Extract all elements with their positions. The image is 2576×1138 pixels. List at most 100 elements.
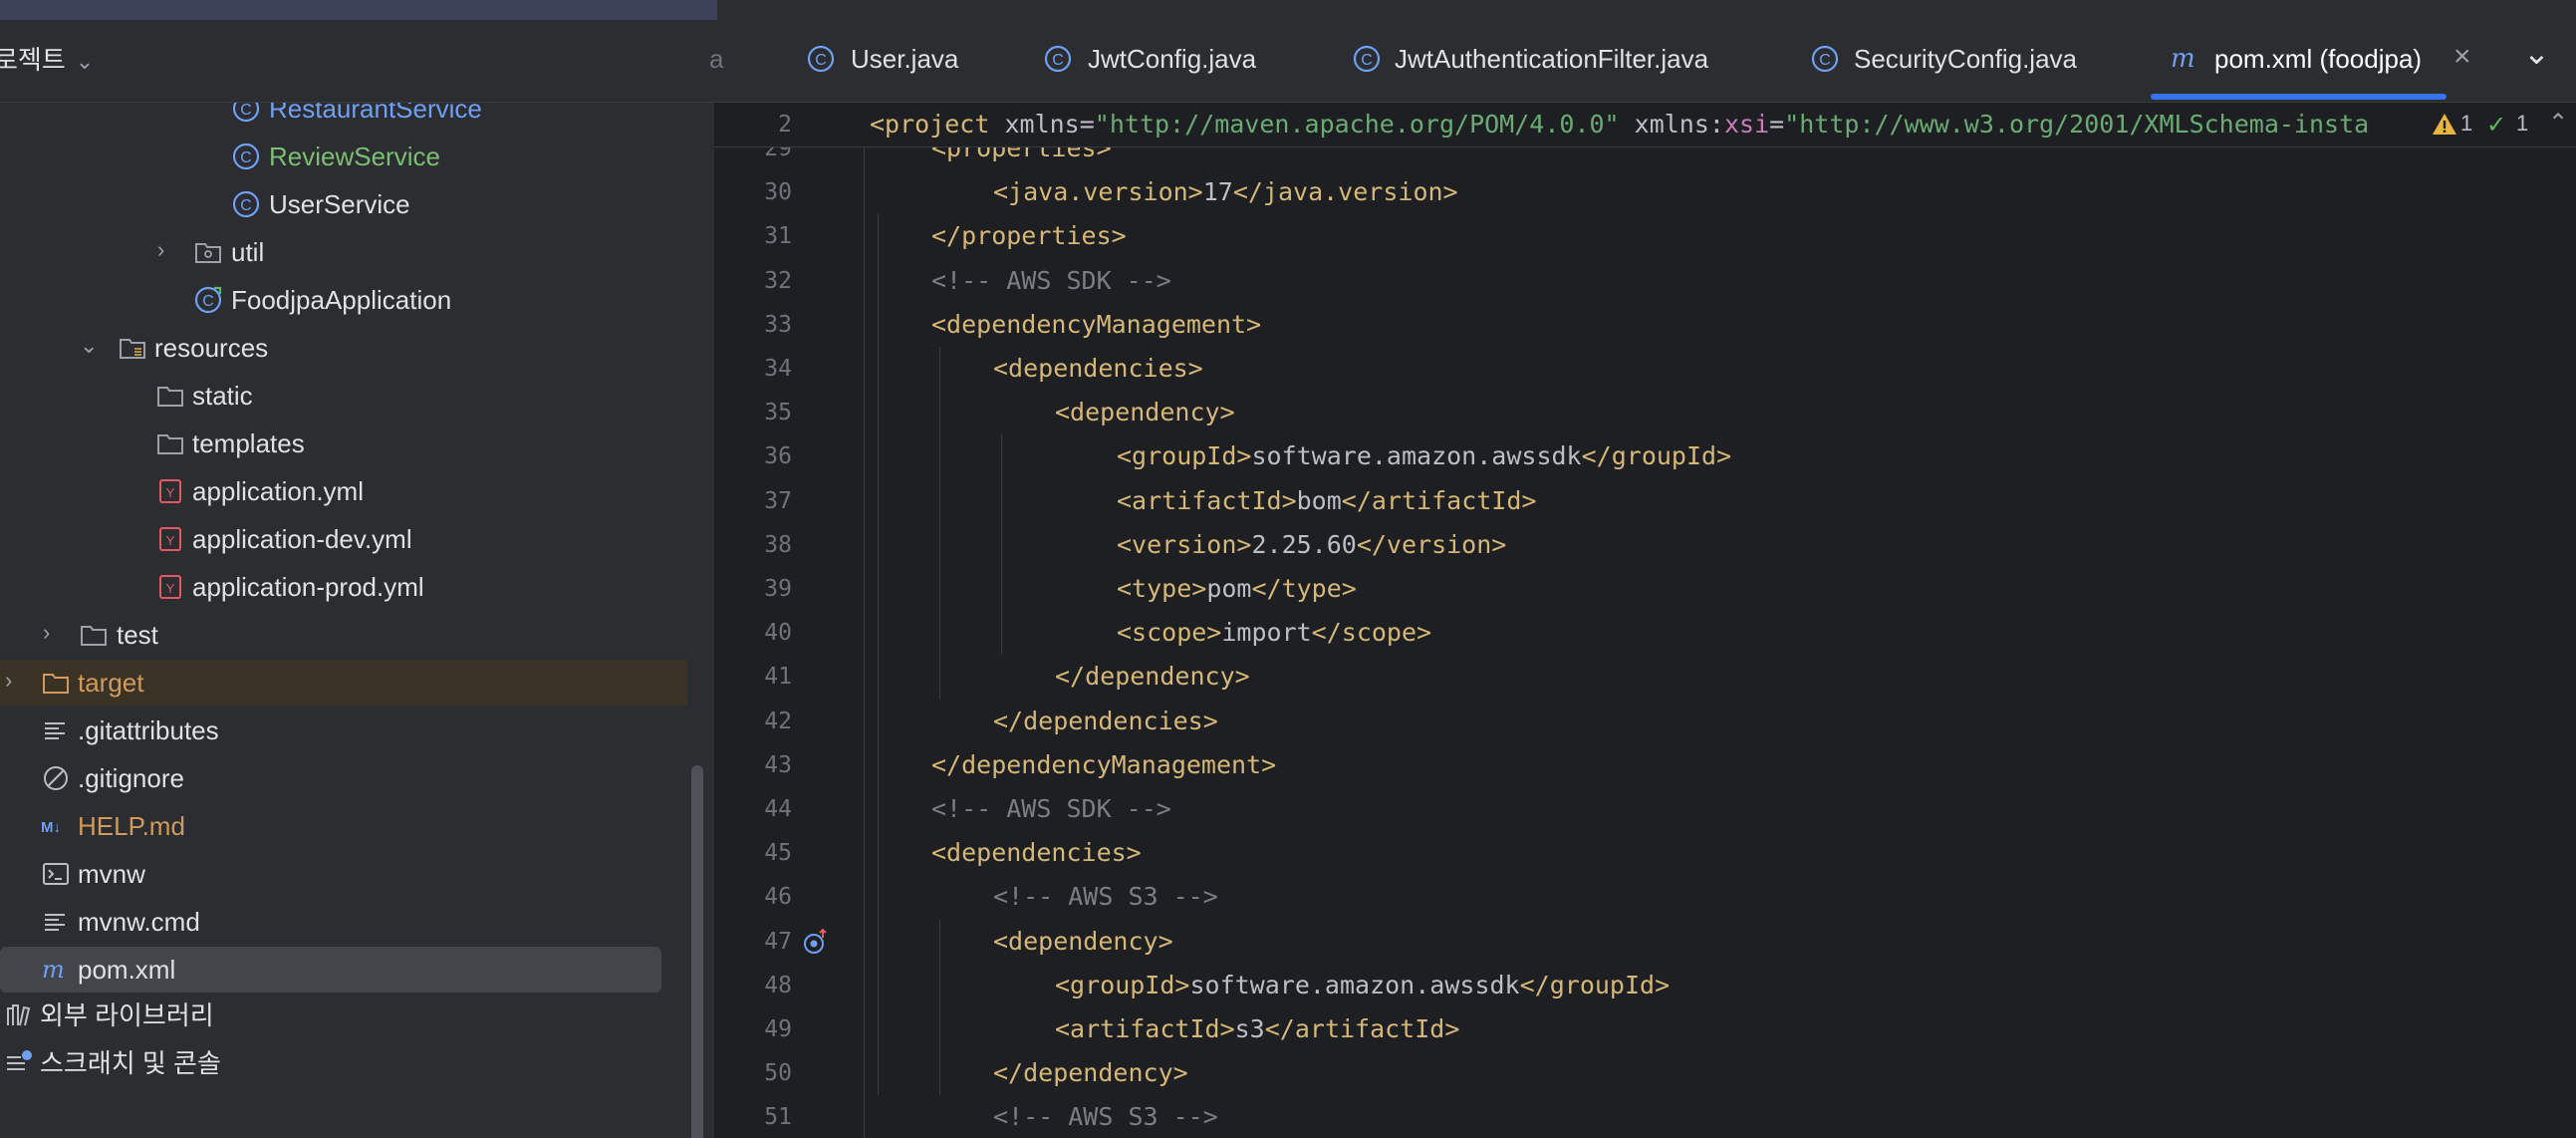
code-line[interactable]: 35 <dependency> — [714, 391, 2576, 434]
code-text: = — [1769, 110, 1785, 139]
sticky-line[interactable]: 2 <project xmlns="http://maven.apache.or… — [714, 103, 2576, 147]
tree-item-help-md[interactable]: M↓ HELP.md — [0, 803, 687, 849]
warning-icon — [2433, 114, 2456, 135]
code-text: xmlns — [1004, 110, 1080, 139]
editor-tab-label: SecurityConfig.java — [1854, 44, 2077, 74]
line-number: 49 — [764, 1016, 792, 1042]
line-number: 38 — [764, 531, 792, 558]
line-number: 35 — [764, 400, 792, 427]
code-line[interactable]: 39 <type>pom</type> — [714, 567, 2576, 611]
code-content: <!-- AWS S3 --> — [993, 875, 1218, 919]
tree-item-static[interactable]: static — [0, 373, 687, 419]
tree-item-gitignore[interactable]: .gitignore — [0, 755, 687, 801]
code-line[interactable]: 30 <java.version>17</java.version> — [714, 170, 2576, 214]
code-content: <type>pom</type> — [1117, 567, 1357, 611]
tree-item-label: mvnw — [78, 859, 145, 889]
tree-item-reviewservice[interactable]: C ReviewService — [0, 134, 687, 179]
project-view-title: 로젝트 — [0, 45, 66, 75]
code-line[interactable]: 31 </properties> — [714, 214, 2576, 258]
code-line[interactable]: 33 <dependencyManagement> — [714, 303, 2576, 347]
tree-item-application-prod-yml[interactable]: Yapplication-prod.yml — [0, 564, 687, 610]
code-content: <groupId>software.amazon.awssdk</groupId… — [1055, 964, 1670, 1007]
code-line[interactable]: 47 <dependency> — [714, 920, 2576, 964]
project-view-selector[interactable]: 로젝트 ⌄ — [0, 40, 94, 77]
tree-item-mvnw[interactable]: mvnw — [0, 851, 687, 897]
tree-item-test[interactable]: › test — [0, 612, 687, 658]
tree-item[interactable]: 외부 라이브러리 — [0, 993, 687, 1038]
chevron-up-icon[interactable]: ⌃ — [2548, 109, 2568, 138]
tree-item-target[interactable]: › target — [0, 660, 687, 706]
inspection-widget[interactable]: 1 ✓ 1 ⌃ — [2417, 103, 2576, 146]
chevron-down-icon[interactable]: ⌄ — [80, 333, 98, 359]
svg-text:C: C — [202, 293, 214, 310]
line-number: 50 — [764, 1060, 792, 1087]
code-line[interactable]: 37 <artifactId>bom</artifactId> — [714, 479, 2576, 523]
text-file-icon — [41, 907, 71, 937]
code-tag: <dependencies> — [993, 354, 1203, 383]
svg-text:C: C — [1052, 52, 1064, 69]
tree-item-label: templates — [192, 428, 305, 458]
editor-tab-label: User.java — [851, 44, 959, 74]
override-icon[interactable] — [802, 928, 830, 956]
tree-item-label: UserService — [269, 189, 410, 219]
tree-item-label: application-prod.yml — [192, 572, 424, 602]
class-icon: C — [1352, 44, 1382, 74]
package-icon — [193, 237, 223, 267]
code-line[interactable]: 50 </dependency> — [714, 1051, 2576, 1095]
tree-item-label: mvnw.cmd — [78, 907, 200, 937]
sidebar-scrollbar[interactable] — [691, 765, 703, 1138]
chevron-right-icon[interactable]: › — [157, 237, 164, 263]
code-line[interactable]: 42 </dependencies> — [714, 700, 2576, 743]
tree-item-templates[interactable]: templates — [0, 421, 687, 466]
spring-app-class-icon: C — [193, 285, 223, 315]
code-line[interactable]: 46 <!-- AWS S3 --> — [714, 875, 2576, 919]
svg-text:Y: Y — [166, 533, 175, 548]
code-line[interactable]: 49 <artifactId>s3</artifactId> — [714, 1007, 2576, 1051]
code-line[interactable]: 44 <!-- AWS SDK --> — [714, 787, 2576, 831]
tree-item-gitattributes[interactable]: .gitattributes — [0, 708, 687, 753]
svg-text:Y: Y — [166, 581, 175, 596]
code-tag: </dependency> — [993, 1058, 1188, 1088]
code-line[interactable]: 36 <groupId>software.amazon.awssdk</group… — [714, 434, 2576, 478]
tree-item-application-yml[interactable]: Yapplication.yml — [0, 468, 687, 514]
tree-item-userservice[interactable]: C UserService — [0, 181, 687, 227]
code-line[interactable]: 41 </dependency> — [714, 655, 2576, 699]
code-tag: </type> — [1251, 574, 1357, 603]
code-line[interactable]: 40 <scope>import</scope> — [714, 611, 2576, 655]
code-content: </dependency> — [993, 1051, 1188, 1095]
tree-item-label: application.yml — [192, 476, 364, 506]
tree-item-mvnw-cmd[interactable]: mvnw.cmd — [0, 899, 687, 945]
chevron-right-icon[interactable]: › — [5, 668, 12, 694]
code-line[interactable]: 48 <groupId>software.amazon.awssdk</group… — [714, 964, 2576, 1007]
indent-guide — [1001, 434, 1002, 656]
chevron-right-icon[interactable]: › — [43, 620, 50, 646]
code-content: <java.version>17</java.version> — [993, 170, 1458, 214]
tree-item[interactable]: 스크래치 및 콘솔 — [0, 1040, 687, 1086]
line-number: 34 — [764, 356, 792, 382]
line-number: 45 — [764, 840, 792, 867]
code-comment: <!-- AWS SDK --> — [931, 794, 1171, 823]
code-line[interactable]: 32 <!-- AWS SDK --> — [714, 259, 2576, 303]
code-line[interactable]: 38 <version>2.25.60</version> — [714, 523, 2576, 567]
code-tag: <java.version> — [993, 177, 1203, 207]
tree-item-pom-xml[interactable]: m pom.xml — [0, 947, 661, 993]
tab-close-icon[interactable]: × — [2453, 40, 2471, 74]
tree-item-foodjpaapplication[interactable]: C FoodjpaApplication — [0, 277, 687, 323]
code-line[interactable]: 51 <!-- AWS S3 --> — [714, 1095, 2576, 1138]
tab-list-chevron-icon[interactable]: ⌄ — [2523, 34, 2550, 72]
tree-item-resources[interactable]: ⌄ resources — [0, 325, 687, 371]
code-line[interactable]: 43 </dependencyManagement> — [714, 743, 2576, 787]
code-tag: </scope> — [1311, 618, 1432, 648]
tree-item-util[interactable]: › util — [0, 229, 687, 275]
class-icon: C — [806, 44, 836, 74]
code-tag: </dependency> — [1055, 662, 1250, 692]
code-editor[interactable]: 2 <project xmlns="http://maven.apache.or… — [714, 103, 2576, 1138]
code-tag: <artifactId> — [1055, 1014, 1235, 1043]
code-line[interactable]: 34 <dependencies> — [714, 347, 2576, 391]
code-line[interactable]: 45 <dependencies> — [714, 831, 2576, 875]
code-content: <dependencies> — [993, 347, 1203, 391]
yaml-file-icon: Y — [155, 476, 185, 506]
tree-item-application-dev-yml[interactable]: Yapplication-dev.yml — [0, 516, 687, 562]
code-comment: <!-- AWS S3 --> — [993, 1102, 1218, 1132]
code-text: 2.25.60 — [1251, 529, 1357, 559]
